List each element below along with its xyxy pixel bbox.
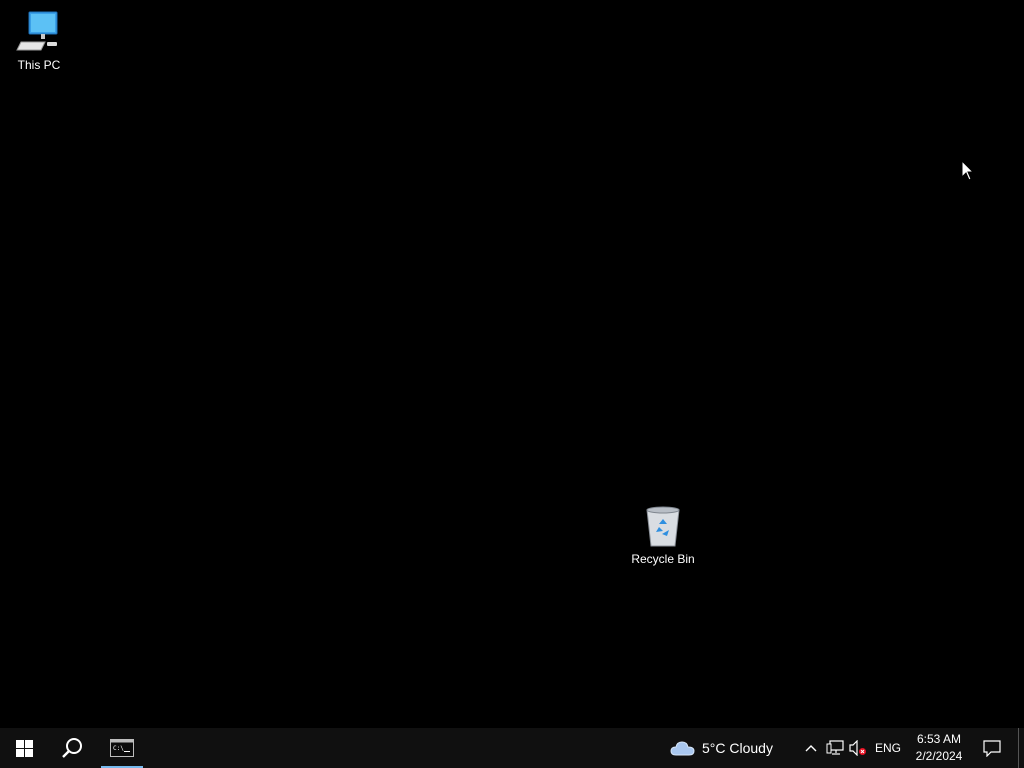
chevron-up-icon bbox=[805, 745, 817, 752]
clock[interactable]: 6:53 AM 2/2/2024 bbox=[906, 728, 972, 768]
windows-logo-icon bbox=[15, 739, 33, 757]
desktop[interactable]: This PC Recycle Bin bbox=[0, 0, 1024, 728]
taskbar-app-command-prompt[interactable]: C:\ bbox=[101, 728, 143, 768]
recycle-bin-label: Recycle Bin bbox=[631, 552, 695, 566]
input-language-indicator[interactable]: ENG bbox=[870, 728, 906, 768]
svg-text:C:\: C:\ bbox=[113, 745, 124, 752]
this-pc-label: This PC bbox=[17, 58, 61, 72]
clock-date: 2/2/2024 bbox=[915, 749, 963, 763]
mouse-cursor-icon bbox=[961, 160, 975, 181]
action-center-button[interactable] bbox=[976, 728, 1008, 768]
network-icon bbox=[826, 740, 844, 755]
recycle-bin-icon bbox=[646, 506, 680, 547]
taskbar: C:\ 5°C Cloudy ENG 6:53 AM 2/2/2024 bbox=[0, 728, 1024, 768]
search-icon bbox=[62, 738, 82, 758]
command-prompt-icon: C:\ bbox=[110, 739, 134, 757]
start-button[interactable] bbox=[0, 728, 48, 768]
show-hidden-icons-button[interactable] bbox=[800, 728, 822, 768]
this-pc-shortcut[interactable]: This PC bbox=[1, 8, 77, 72]
volume-tray-button[interactable] bbox=[847, 728, 869, 768]
show-desktop-button[interactable] bbox=[1018, 728, 1024, 768]
weather-text: 5°C Cloudy bbox=[702, 740, 773, 756]
recycle-bin-shortcut[interactable]: Recycle Bin bbox=[625, 502, 701, 566]
action-center-icon bbox=[983, 739, 1001, 757]
network-tray-button[interactable] bbox=[824, 728, 846, 768]
volume-muted-icon bbox=[849, 740, 866, 756]
cloud-icon bbox=[670, 741, 695, 756]
computer-icon bbox=[16, 11, 58, 51]
weather-widget[interactable]: 5°C Cloudy bbox=[670, 728, 790, 768]
search-button[interactable] bbox=[48, 728, 96, 768]
clock-time: 6:53 AM bbox=[916, 732, 962, 746]
